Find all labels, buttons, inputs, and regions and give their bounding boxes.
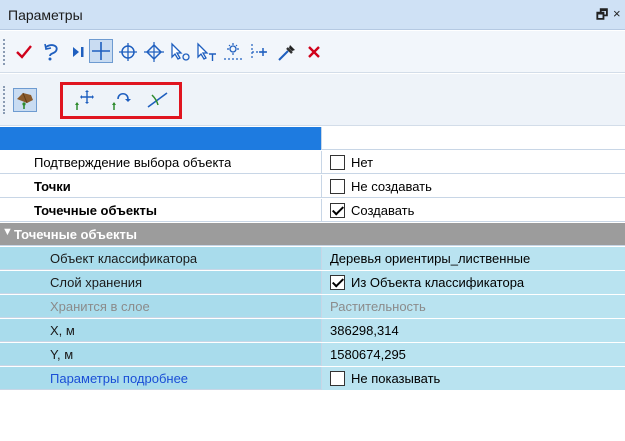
distance-icon[interactable] [221,40,245,64]
chevron-down-icon[interactable]: ▼ [2,226,13,238]
window-title: Параметры [8,7,83,23]
prop-row-point-objects[interactable]: Точечные объекты Создавать [0,199,625,222]
prop-row-stored-in-layer: Хранится в слое Растительность [0,295,625,318]
prop-value[interactable]: 1580674,295 [322,343,625,366]
prop-row-details[interactable]: Параметры подробнее Не показывать [0,367,625,390]
title-bar: Параметры 🗗 × [0,0,625,30]
center-icon[interactable] [116,40,140,64]
prop-value[interactable]: Не создавать [322,175,625,198]
prop-label: Подтверждение выбора объекта [34,155,232,170]
grid-header-row [0,127,625,150]
prop-label: Точки [34,179,71,194]
prop-label: Точечные объекты [34,203,158,218]
toolbar-main [0,31,625,73]
next-point-icon[interactable] [66,40,90,64]
close-icon[interactable]: × [613,6,621,21]
prop-value[interactable]: Нет [322,151,625,174]
snap-icon[interactable] [142,40,166,64]
toolbar-object [0,74,625,126]
property-grid: Подтверждение выбора объекта Нет Точки Н… [0,127,625,441]
prop-label: Объект классификатора [50,251,198,266]
checkbox-checked[interactable] [330,275,345,290]
prop-value[interactable]: Из Объекта классификатора [322,271,625,294]
grid-header-selection [0,127,321,150]
prop-row-y[interactable]: Y, м 1580674,295 [0,343,625,366]
prop-label: X, м [50,323,75,338]
checkbox[interactable] [330,179,345,194]
crosshair-icon[interactable] [89,39,113,63]
section-title: Точечные объекты [14,227,138,242]
toolbar-grip[interactable] [3,39,6,65]
prop-value[interactable]: Не показывать [322,367,625,390]
prop-value: Растительность [322,295,625,318]
apply-icon[interactable] [12,40,36,64]
split-line-icon[interactable] [146,88,170,112]
select-object-icon[interactable] [168,40,192,64]
insert-point-icon[interactable] [248,40,272,64]
checkbox[interactable] [330,371,345,386]
prop-label: Хранится в слое [50,299,150,314]
section-point-objects[interactable]: ▼ Точечные объекты [0,223,625,246]
select-point-icon[interactable] [194,40,218,64]
move-point-icon[interactable] [72,88,96,112]
toolbar-grip[interactable] [3,86,6,114]
prop-label-link[interactable]: Параметры подробнее [50,367,188,390]
checkbox-checked[interactable] [330,203,345,218]
prop-label: Y, м [50,347,74,362]
cancel-icon[interactable] [302,40,326,64]
undo-point-icon[interactable] [40,40,64,64]
eyedropper-icon[interactable] [275,40,299,64]
checkbox[interactable] [330,155,345,170]
prop-label: Слой хранения [50,275,143,290]
prop-value[interactable]: Создавать [322,199,625,222]
prop-row-x[interactable]: X, м 386298,314 [0,319,625,342]
prop-row-points[interactable]: Точки Не создавать [0,175,625,198]
pin-icon[interactable]: 🗗 [596,6,608,28]
point-object-mode-icon[interactable] [13,88,37,112]
prop-row-confirm[interactable]: Подтверждение выбора объекта Нет [0,151,625,174]
prop-value[interactable]: 386298,314 [322,319,625,342]
prop-value[interactable]: Деревья ориентиры_лиственные [322,247,625,270]
prop-row-classifier[interactable]: Объект классификатора Деревья ориентиры_… [0,247,625,270]
prop-row-storage-layer[interactable]: Слой хранения Из Объекта классификатора [0,271,625,294]
rotate-point-icon[interactable] [109,88,133,112]
